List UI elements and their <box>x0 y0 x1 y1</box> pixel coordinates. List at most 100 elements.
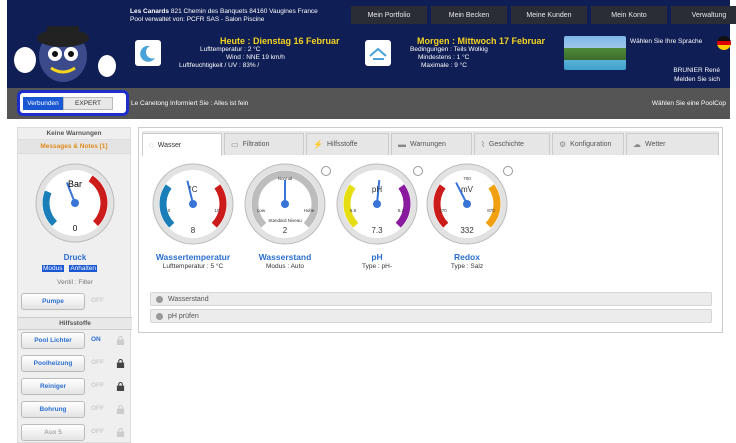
sidebar: Keine Warnungen Messages & Notes [1] Bar… <box>17 127 132 443</box>
gauge-title: pH <box>371 252 383 262</box>
choose-poolcop-link[interactable]: Wählen Sie eine PoolCop <box>652 100 726 107</box>
tab-filtration[interactable]: ▭ Filtration <box>224 133 304 155</box>
gauge-top-mark: 700 <box>463 176 471 181</box>
ph-check-panel-label: pH prüfen <box>168 312 199 320</box>
nav-portfolio[interactable]: Mein Portfolio <box>351 6 427 24</box>
gauge-settings-icon[interactable] <box>503 166 513 176</box>
status-message: Le Canetong Informiert Sie : Alles ist f… <box>131 100 249 107</box>
nav-account[interactable]: Mein Konto <box>591 6 667 24</box>
gauge-title: Wasserstand <box>258 252 312 262</box>
pump-button[interactable]: Pumpe <box>21 293 85 310</box>
auxiliary-button[interactable]: Reiniger <box>21 378 85 395</box>
pressure-gauge: Bar 0 <box>35 163 115 243</box>
tab-bar: ◌ Wasser ▭ Filtration ⚡ Hilfsstoffe ▬ Warnun… <box>142 131 719 156</box>
gear-icon: ⚙ <box>559 140 567 149</box>
auxiliary-button[interactable]: Poolheizung <box>21 355 85 372</box>
gauge-hub <box>281 200 289 208</box>
filter-icon: ▭ <box>231 140 239 149</box>
top-navigation: Mein Portfolio Mein Becken Meine Kunden … <box>351 6 736 24</box>
gauge-settings-icon[interactable] <box>413 166 423 176</box>
tab-weather-label: Wetter <box>645 141 666 148</box>
user-name[interactable]: BRUNIER René <box>673 66 720 75</box>
gauge-unit: mV <box>461 185 474 194</box>
pressure-unit: Bar <box>68 179 82 189</box>
connected-button[interactable]: Verbunden <box>23 97 63 110</box>
valve-status: Ventil : Filter <box>57 279 93 286</box>
lock-icon[interactable] <box>116 382 125 391</box>
gauge-min: 470 <box>439 208 447 213</box>
water-level-panel-label: Wasserstand <box>168 295 209 303</box>
warnings-label: Keine Warnungen <box>18 128 130 140</box>
gauge-hub <box>373 200 381 208</box>
auxiliary-state: ON <box>91 336 101 343</box>
language-label: Wählen Sie Ihre Sprache <box>630 38 703 45</box>
ph-check-panel[interactable]: pH prüfen <box>150 309 712 323</box>
gauge-3: pH 7.3 6.8 8.2 <box>336 163 418 245</box>
gauge-settings-icon[interactable] <box>321 166 331 176</box>
drop-icon: ◌ <box>149 140 154 150</box>
auxiliary-button[interactable]: Bohrung <box>21 401 85 418</box>
expert-button[interactable]: EXPERT <box>63 97 113 110</box>
auxiliary-state: OFF <box>91 405 104 412</box>
auxiliary-row: Reiniger OFF <box>21 378 129 397</box>
nav-customers[interactable]: Meine Kunden <box>511 6 587 24</box>
auxiliary-button[interactable]: Aux 5 <box>21 424 85 441</box>
tab-configuration[interactable]: ⚙ Konfiguration <box>552 133 624 155</box>
auxiliary-row: Pool Lichter ON <box>21 332 129 351</box>
expand-icon <box>156 295 163 303</box>
auxiliary-state: OFF <box>91 382 104 389</box>
tab-history[interactable]: ⌇ Geschichte <box>474 133 550 155</box>
gauge-1: °C80 10 <box>152 163 234 245</box>
managed-by: Pool verwaltet von: PCFR SAS - Salon Pis… <box>130 16 265 23</box>
german-flag-icon[interactable] <box>717 36 731 50</box>
unlock-icon[interactable] <box>116 336 125 345</box>
messages-link[interactable]: Messages & Notes [1] <box>18 140 130 154</box>
gauge-max: 8.2 <box>398 208 405 213</box>
gauge-value: 7.3 <box>371 226 383 235</box>
mail-icon: ▬ <box>398 140 406 149</box>
pump-mode-value[interactable]: Anhalten <box>69 265 97 272</box>
gauge-value: 332 <box>460 226 474 235</box>
tab-auxiliaries[interactable]: ⚡ Hilfsstoffe <box>306 133 389 155</box>
lock-icon[interactable] <box>116 359 125 368</box>
cloud-weather-icon <box>365 40 391 66</box>
nav-admin[interactable]: Verwaltung <box>671 6 736 24</box>
water-level-panel[interactable]: Wasserstand <box>150 292 712 306</box>
gauge-max: Hohe <box>304 208 315 213</box>
today-title: Heute : Dienstag 16 Februar <box>220 36 340 46</box>
gauge-min: Low <box>257 208 266 213</box>
gauge-title: Wassertemperatur <box>155 252 231 262</box>
status-bar: Verbunden EXPERT Le Canetong Informiert … <box>7 88 730 119</box>
unlock-icon[interactable] <box>116 405 125 414</box>
pool-photo <box>564 36 626 70</box>
pump-state: OFF <box>91 297 104 304</box>
location-address: 821 Chemin des Banquets 84160 Vaugines F… <box>170 8 318 15</box>
tab-water[interactable]: ◌ Wasser <box>142 133 222 156</box>
gauge-2: 2 Low Hohe Normal Standard Niveau <box>244 163 326 245</box>
auxiliary-state: OFF <box>91 428 104 435</box>
gauge-max: 870 <box>487 208 495 213</box>
unlock-icon[interactable] <box>116 428 125 437</box>
today-wind: Wind : NNE 19 km/h <box>226 54 285 61</box>
today-humidity: Luftfeuchtigkeit / UV : 83% / <box>179 62 260 69</box>
user-info: BRUNIER René Melden Sie sich <box>673 66 720 84</box>
auxiliary-row: Bohrung OFF <box>21 401 129 420</box>
auxiliaries-heading: Hilfsstoffe <box>18 317 132 330</box>
pump-mode-label: Modus <box>42 265 64 272</box>
logout-link[interactable]: Melden Sie sich <box>673 75 720 84</box>
auxiliary-button[interactable]: Pool Lichter <box>21 332 85 349</box>
auxiliary-row: Poolheizung OFF <box>21 355 129 374</box>
nav-pool[interactable]: Mein Becken <box>431 6 507 24</box>
tab-weather[interactable]: ☁ Wetter <box>626 133 719 155</box>
auxiliary-row: Aux 5 OFF <box>21 424 129 443</box>
tab-auxiliaries-label: Hilfsstoffe <box>326 141 358 148</box>
tomorrow-max: Maximale : 9 °C <box>421 62 467 69</box>
tab-warnings[interactable]: ▬ Warnungen <box>391 133 472 155</box>
tab-filtration-label: Filtration <box>242 141 270 148</box>
expand-icon <box>156 312 163 320</box>
gauge-subtitle: Modus : Auto <box>266 263 304 270</box>
gauge-value: 8 <box>191 226 196 235</box>
tab-water-label: Wasser <box>157 141 182 149</box>
pump-mode: Modus Anhalten <box>42 265 97 272</box>
location-name: Les Canards <box>130 8 170 15</box>
